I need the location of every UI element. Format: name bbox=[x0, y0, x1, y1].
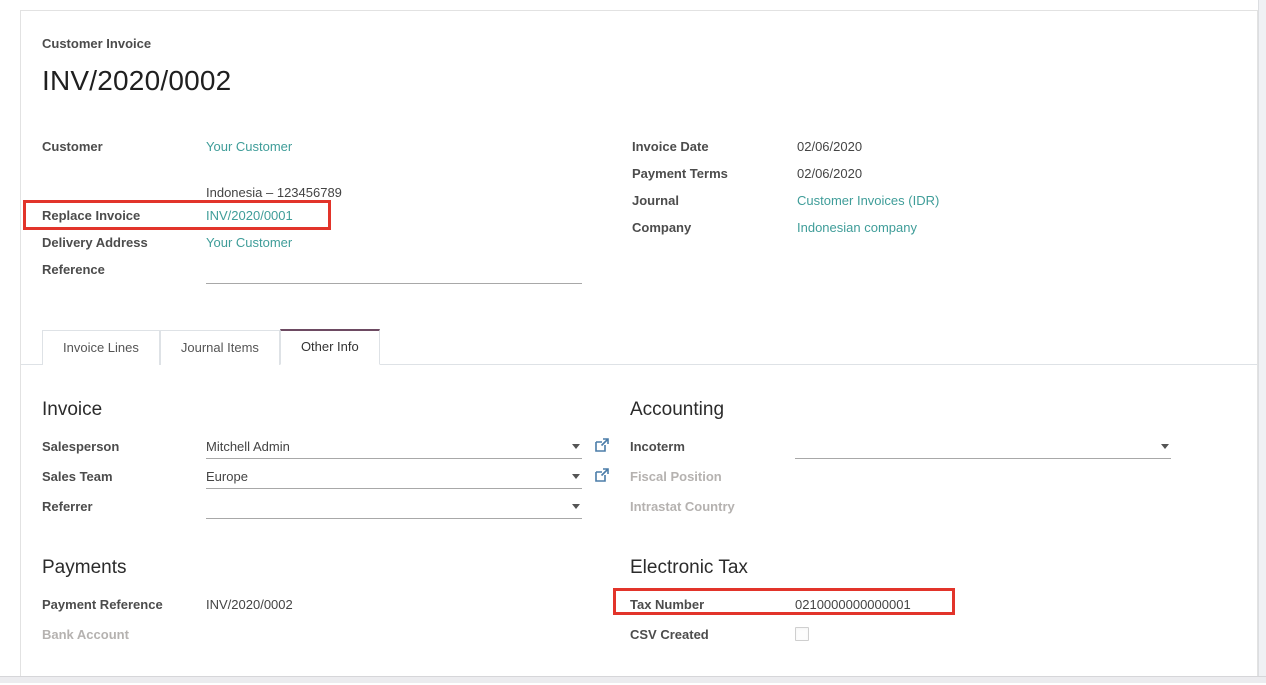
customer-link[interactable]: Your Customer bbox=[206, 137, 292, 154]
delivery-address-link[interactable]: Your Customer bbox=[206, 233, 292, 250]
chevron-down-icon[interactable] bbox=[572, 504, 580, 509]
invoice-date-label: Invoice Date bbox=[632, 137, 797, 154]
payment-terms-label: Payment Terms bbox=[632, 164, 797, 181]
replace-invoice-label: Replace Invoice bbox=[42, 206, 206, 223]
tax-number-label: Tax Number bbox=[630, 593, 795, 612]
payment-reference-value: INV/2020/0002 bbox=[206, 593, 293, 612]
replace-invoice-link[interactable]: INV/2020/0001 bbox=[206, 206, 293, 223]
tab-journal-items[interactable]: Journal Items bbox=[160, 330, 280, 365]
delivery-address-label: Delivery Address bbox=[42, 233, 206, 250]
csv-created-checkbox[interactable] bbox=[795, 627, 809, 641]
fiscal-position-label: Fiscal Position bbox=[630, 465, 795, 484]
payment-reference-label: Payment Reference bbox=[42, 593, 206, 612]
external-link-icon[interactable] bbox=[594, 438, 609, 456]
field-row-sales-team: Sales Team Europe bbox=[42, 465, 630, 495]
invoice-date-value: 02/06/2020 bbox=[797, 137, 862, 154]
chevron-down-icon[interactable] bbox=[572, 444, 580, 449]
field-row-salesperson: Salesperson Mitchell Admin bbox=[42, 435, 630, 465]
tab-other-info[interactable]: Other Info bbox=[280, 329, 380, 365]
other-info-panel: Invoice Salesperson Mitchell Admin Sales… bbox=[42, 399, 1257, 685]
field-row-company: Company Indonesian company bbox=[632, 218, 1171, 245]
incoterm-label: Incoterm bbox=[630, 435, 795, 454]
field-row-fiscal-position: Fiscal Position bbox=[630, 465, 1171, 495]
field-row-tax-number: Tax Number 0210000000000001 bbox=[630, 593, 1171, 623]
external-link-icon[interactable] bbox=[594, 468, 609, 486]
field-row-customer-address: Indonesia – 123456789 bbox=[42, 164, 632, 206]
customer-address-text: Indonesia – 123456789 bbox=[206, 183, 342, 206]
journal-label: Journal bbox=[632, 191, 797, 208]
field-row-reference: Reference bbox=[42, 260, 632, 287]
referrer-dropdown[interactable] bbox=[206, 497, 582, 519]
company-link[interactable]: Indonesian company bbox=[797, 218, 917, 235]
section-invoice-title: Invoice bbox=[42, 399, 630, 421]
section-electronic-tax: Electronic Tax Tax Number 02100000000000… bbox=[630, 557, 1171, 653]
payment-terms-value: 02/06/2020 bbox=[797, 164, 862, 181]
field-row-intrastat-country: Intrastat Country bbox=[630, 495, 1171, 525]
company-label: Company bbox=[632, 218, 797, 235]
invoice-form-sheet: Customer Invoice INV/2020/0002 Customer … bbox=[20, 10, 1258, 676]
sales-team-label: Sales Team bbox=[42, 465, 206, 484]
tab-invoice-lines[interactable]: Invoice Lines bbox=[42, 330, 160, 365]
salesperson-dropdown[interactable]: Mitchell Admin bbox=[206, 437, 582, 459]
sales-team-dropdown[interactable]: Europe bbox=[206, 467, 582, 489]
section-electronic-tax-title: Electronic Tax bbox=[630, 557, 1171, 579]
section-invoice: Invoice Salesperson Mitchell Admin Sales… bbox=[42, 399, 630, 525]
tax-number-value: 0210000000000001 bbox=[795, 593, 911, 612]
field-row-invoice-date: Invoice Date 02/06/2020 bbox=[632, 137, 1171, 164]
section-accounting-title: Accounting bbox=[630, 399, 1171, 421]
journal-link[interactable]: Customer Invoices (IDR) bbox=[797, 191, 939, 208]
section-accounting: Accounting Incoterm Fiscal Position Intr… bbox=[630, 399, 1171, 525]
field-row-journal: Journal Customer Invoices (IDR) bbox=[632, 191, 1171, 218]
referrer-label: Referrer bbox=[42, 495, 206, 514]
chevron-down-icon[interactable] bbox=[572, 474, 580, 479]
field-row-referrer: Referrer bbox=[42, 495, 630, 525]
doc-type-label: Customer Invoice bbox=[42, 36, 1257, 51]
field-row-replace-invoice: Replace Invoice INV/2020/0001 bbox=[42, 206, 632, 233]
vertical-scrollbar[interactable] bbox=[1258, 0, 1266, 676]
field-row-csv-created: CSV Created bbox=[630, 623, 1171, 653]
field-row-customer: Customer Your Customer bbox=[42, 137, 632, 164]
intrastat-country-label: Intrastat Country bbox=[630, 495, 795, 514]
reference-label: Reference bbox=[42, 260, 206, 277]
salesperson-label: Salesperson bbox=[42, 435, 206, 454]
section-payments: Payments Payment Reference INV/2020/0002… bbox=[42, 557, 630, 653]
invoice-number-title: INV/2020/0002 bbox=[42, 65, 1257, 97]
field-row-payment-terms: Payment Terms 02/06/2020 bbox=[632, 164, 1171, 191]
field-row-delivery-address: Delivery Address Your Customer bbox=[42, 233, 632, 260]
horizontal-scrollbar[interactable] bbox=[0, 676, 1266, 683]
section-payments-title: Payments bbox=[42, 557, 630, 579]
csv-created-label: CSV Created bbox=[630, 623, 795, 642]
customer-label: Customer bbox=[42, 137, 206, 154]
notebook-tabs: Invoice Lines Journal Items Other Info bbox=[21, 327, 1257, 365]
bank-account-label: Bank Account bbox=[42, 623, 206, 642]
reference-input[interactable] bbox=[206, 262, 582, 284]
chevron-down-icon[interactable] bbox=[1161, 444, 1169, 449]
field-row-bank-account: Bank Account bbox=[42, 623, 630, 653]
incoterm-dropdown[interactable] bbox=[795, 437, 1171, 459]
header-detail-grid: Customer Your Customer Indonesia – 12345… bbox=[42, 137, 1257, 287]
field-row-payment-reference: Payment Reference INV/2020/0002 bbox=[42, 593, 630, 623]
field-row-incoterm: Incoterm bbox=[630, 435, 1171, 465]
